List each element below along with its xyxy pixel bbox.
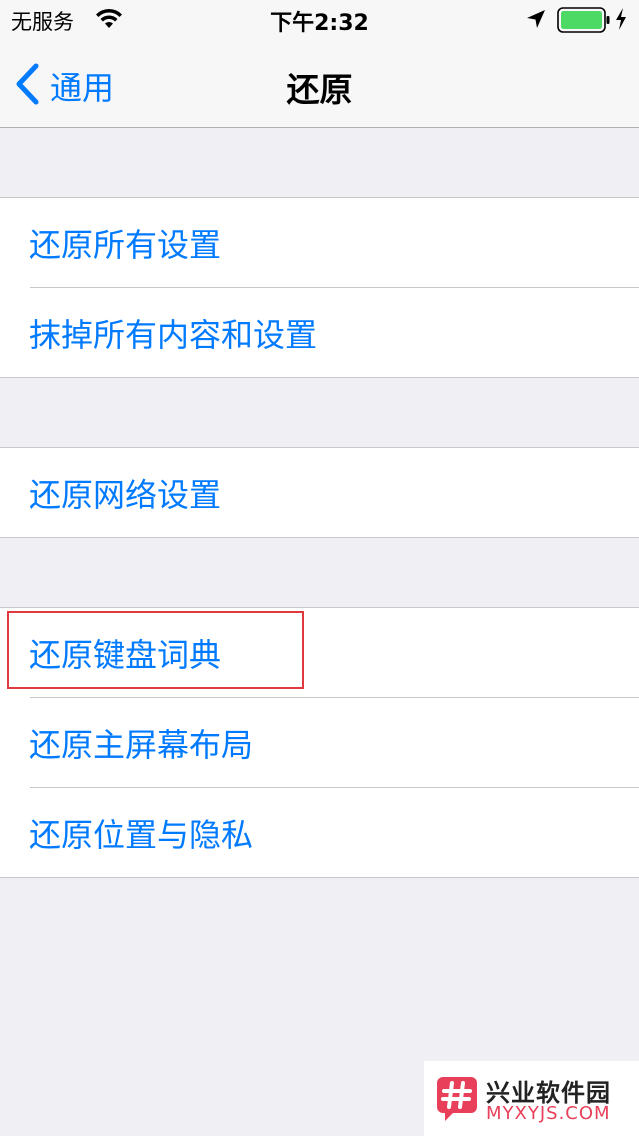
hash-logo-icon: [437, 1077, 477, 1125]
reset-all-settings-label: 还原所有设置: [29, 226, 222, 264]
settings-group-keyboard: 还原键盘词典 还原主屏幕布局 还原位置与隐私: [0, 607, 639, 878]
erase-all-content-row[interactable]: 抹掉所有内容和设置: [0, 287, 639, 377]
page-title: 还原: [286, 70, 353, 109]
settings-group-network: 还原网络设置: [0, 447, 639, 538]
reset-keyboard-dictionary-row[interactable]: 还原键盘词典: [0, 608, 639, 697]
location-arrow-icon: [526, 9, 546, 33]
navigation-bar: 通用 还原: [0, 40, 639, 128]
reset-home-screen-layout-row[interactable]: 还原主屏幕布局: [0, 697, 639, 787]
status-bar: 无服务 下午2:32: [0, 0, 639, 40]
reset-location-privacy-row[interactable]: 还原位置与隐私: [0, 787, 639, 877]
battery-full-icon: [557, 7, 611, 37]
charging-bolt-icon: [614, 7, 628, 35]
watermark: 兴业软件园 MYXYJS.COM: [424, 1061, 639, 1136]
settings-group-reset-all: 还原所有设置 抹掉所有内容和设置: [0, 197, 639, 378]
erase-all-content-label: 抹掉所有内容和设置: [29, 316, 318, 354]
reset-network-settings-label: 还原网络设置: [29, 476, 222, 514]
reset-all-settings-row[interactable]: 还原所有设置: [0, 198, 639, 287]
watermark-url: MYXYJS.COM: [486, 1103, 611, 1124]
reset-location-privacy-label: 还原位置与隐私: [29, 816, 254, 854]
reset-keyboard-dictionary-label: 还原键盘词典: [29, 636, 222, 674]
reset-network-settings-row[interactable]: 还原网络设置: [0, 448, 639, 537]
reset-home-screen-layout-label: 还原主屏幕布局: [29, 726, 254, 764]
